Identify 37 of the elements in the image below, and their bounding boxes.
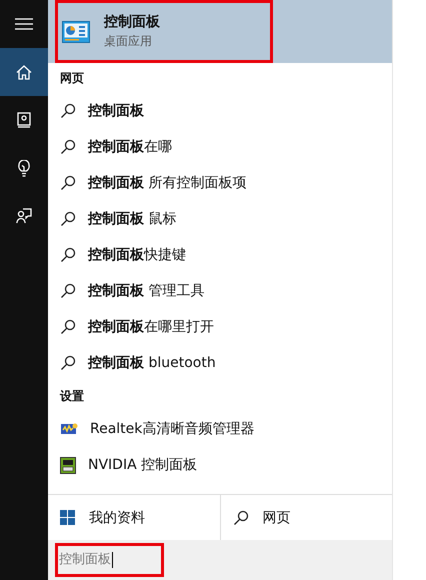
search-icon [60, 175, 76, 191]
search-icon [60, 103, 76, 119]
result-subtitle: 桌面应用 [104, 33, 153, 50]
section-heading: 设置 [58, 388, 85, 405]
sidebar-button[interactable] [0, 48, 48, 96]
menu-icon [15, 18, 33, 30]
search-icon [60, 283, 76, 299]
control-panel-icon [60, 456, 76, 474]
filter-button[interactable]: 我的资料 [89, 508, 145, 526]
feedback-icon [16, 208, 32, 224]
settings-result[interactable]: Realtek高清晰音频管理器 [90, 420, 254, 438]
best-match-item[interactable]: 控制面板 桌面应用 [48, 0, 392, 63]
search-icon [60, 139, 76, 155]
search-suggestion[interactable]: 控制面板 管理工具 [88, 282, 204, 300]
search-suggestion[interactable]: 控制面板 鼠标 [88, 210, 176, 228]
result-title: 控制面板 [104, 13, 160, 31]
search-suggestion[interactable]: 控制面板 所有控制面板项 [88, 174, 246, 192]
search-suggestion[interactable]: 控制面板 bluetooth [88, 354, 216, 372]
search-icon [232, 510, 248, 526]
search-suggestion[interactable]: 控制面板在哪 [88, 138, 172, 156]
search-icon [60, 247, 76, 263]
search-icon [60, 211, 76, 227]
speaker-panel-icon [60, 422, 78, 436]
search-suggestion[interactable]: 控制面板在哪里打开 [88, 318, 214, 336]
section-heading: 网页 [59, 70, 85, 87]
search-icon [60, 355, 76, 371]
search-suggestion[interactable]: 控制面板 [88, 102, 144, 120]
home-icon [16, 64, 32, 80]
filter-button[interactable]: 网页 [262, 508, 290, 526]
windows-icon [60, 510, 75, 525]
search-icon [60, 319, 76, 335]
notebook-icon [17, 112, 31, 128]
search-suggestion[interactable]: 控制面板快捷键 [88, 246, 186, 264]
search-field[interactable]: 控制面板 [48, 540, 392, 580]
settings-result[interactable]: NVIDIA 控制面板 [88, 456, 198, 474]
lightbulb-icon [18, 160, 30, 176]
control-panel-icon [62, 20, 90, 42]
